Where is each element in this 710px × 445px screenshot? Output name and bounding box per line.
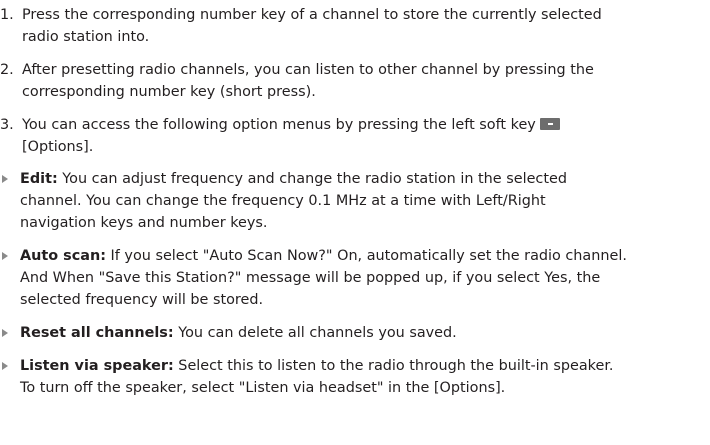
manual-page: 1. Press the corresponding number key of… bbox=[0, 0, 710, 445]
bullet-text: Listen via speaker: Select this to liste… bbox=[20, 355, 700, 399]
bullet-listen-via-speaker: Listen via speaker: Select this to liste… bbox=[0, 355, 700, 399]
bullet-line: To turn off the speaker, select "Listen … bbox=[20, 380, 506, 396]
triangle-bullet-icon bbox=[0, 245, 20, 311]
item-number: 1. bbox=[0, 7, 14, 23]
item-line: [Options]. bbox=[22, 139, 94, 155]
item-text: You can access the following option menu… bbox=[22, 114, 700, 158]
triangle-bullet-icon bbox=[0, 355, 20, 399]
bullet-line: And When "Save this Station?" message wi… bbox=[20, 270, 601, 286]
bullet-line: Reset all channels: You can delete all c… bbox=[20, 322, 700, 344]
item-line-text: You can access the following option menu… bbox=[22, 117, 536, 133]
bullet-term: Edit: bbox=[20, 171, 58, 187]
item-text: After presetting radio channels, you can… bbox=[22, 59, 700, 103]
bullet-edit: Edit: You can adjust frequency and chang… bbox=[0, 168, 700, 234]
numbered-item-2: 2. After presetting radio channels, you … bbox=[0, 59, 700, 103]
numbered-item-1: 1. Press the corresponding number key of… bbox=[0, 4, 700, 48]
bullet-line: channel. You can change the frequency 0.… bbox=[20, 193, 546, 209]
bullet-text: Edit: You can adjust frequency and chang… bbox=[20, 168, 700, 234]
left-soft-key-icon bbox=[539, 118, 560, 130]
bullet-line: Auto scan: If you select "Auto Scan Now?… bbox=[20, 245, 700, 267]
bullet-term: Reset all channels: bbox=[20, 325, 174, 341]
bullet-term: Listen via speaker: bbox=[20, 358, 174, 374]
item-line: Press the corresponding number key of a … bbox=[22, 7, 602, 23]
bullet-reset-all-channels: Reset all channels: You can delete all c… bbox=[0, 322, 700, 344]
item-line: corresponding number key (short press). bbox=[22, 84, 316, 100]
item-number: 2. bbox=[0, 62, 14, 78]
item-line: You can access the following option menu… bbox=[22, 114, 700, 136]
item-line: After presetting radio channels, you can… bbox=[22, 62, 594, 78]
numbered-item-3: 3. You can access the following option m… bbox=[0, 114, 700, 158]
bullet-line-text: You can adjust frequency and change the … bbox=[57, 171, 567, 187]
bullet-line-text: You can delete all channels you saved. bbox=[173, 325, 457, 341]
item-number: 3. bbox=[0, 117, 14, 133]
bullet-auto-scan: Auto scan: If you select "Auto Scan Now?… bbox=[0, 245, 700, 311]
bullet-line: navigation keys and number keys. bbox=[20, 215, 268, 231]
item-text: Press the corresponding number key of a … bbox=[22, 4, 700, 48]
bullet-line: Edit: You can adjust frequency and chang… bbox=[20, 168, 700, 190]
bullet-text: Auto scan: If you select "Auto Scan Now?… bbox=[20, 245, 700, 311]
bullet-line: selected frequency will be stored. bbox=[20, 292, 264, 308]
bullet-line: Listen via speaker: Select this to liste… bbox=[20, 355, 700, 377]
bullet-text: Reset all channels: You can delete all c… bbox=[20, 322, 700, 344]
bullet-line-text: If you select "Auto Scan Now?" On, autom… bbox=[105, 248, 627, 264]
bullet-term: Auto scan: bbox=[20, 248, 106, 264]
bullet-line-text: Select this to listen to the radio throu… bbox=[173, 358, 614, 374]
triangle-bullet-icon bbox=[0, 168, 20, 234]
triangle-bullet-icon bbox=[0, 322, 20, 344]
item-line: radio station into. bbox=[22, 29, 150, 45]
